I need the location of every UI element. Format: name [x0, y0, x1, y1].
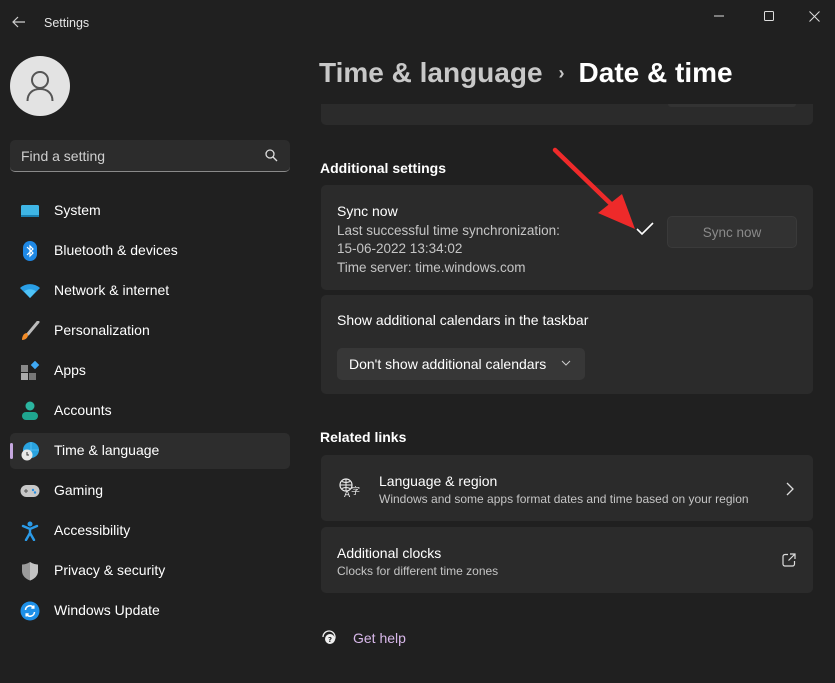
section-title-related-links: Related links [320, 429, 407, 445]
accessibility-icon [20, 521, 40, 541]
sidebar-item-apps[interactable]: Apps [10, 353, 290, 389]
search-icon[interactable] [265, 149, 278, 162]
minimize-button[interactable] [696, 0, 742, 32]
back-arrow-icon [12, 16, 25, 28]
check-icon [636, 222, 654, 236]
windows-update-icon [20, 601, 40, 621]
sidebar-item-network[interactable]: Network & internet [10, 273, 290, 309]
calendars-dropdown-value: Don't show additional calendars [349, 356, 547, 372]
chevron-right-icon [786, 482, 794, 496]
calendars-dropdown[interactable]: Don't show additional calendars [337, 348, 585, 380]
last-sync-label: Last successful time synchronization: [337, 223, 560, 238]
scrolled-card-button[interactable] [668, 104, 796, 107]
search-box[interactable]: Find a setting [10, 140, 290, 172]
sidebar-item-accounts[interactable]: Accounts [10, 393, 290, 429]
bluetooth-icon [20, 241, 40, 261]
time-language-icon [20, 441, 40, 461]
additional-clocks-link[interactable]: Additional clocks Clocks for different t… [321, 527, 813, 593]
section-title-additional-settings: Additional settings [320, 160, 446, 176]
svg-text:字: 字 [351, 485, 360, 497]
get-help-label: Get help [353, 630, 406, 646]
calendars-card: Show additional calendars in the taskbar… [321, 295, 813, 394]
calendars-title: Show additional calendars in the taskbar [337, 312, 589, 328]
accounts-icon [20, 401, 40, 421]
svg-text:?: ? [328, 636, 332, 644]
sidebar-item-accessibility[interactable]: Accessibility [10, 513, 290, 549]
sidebar-item-system[interactable]: System [10, 193, 290, 229]
maximize-icon [763, 10, 774, 21]
sidebar-item-gaming[interactable]: Gaming [10, 473, 290, 509]
sidebar-item-privacy[interactable]: Privacy & security [10, 553, 290, 589]
external-link-icon [782, 553, 796, 567]
get-help-icon: ? [322, 630, 336, 644]
breadcrumb-parent[interactable]: Time & language [319, 57, 543, 89]
user-icon [26, 71, 54, 102]
search-input[interactable]: Find a setting [21, 148, 105, 164]
minimize-icon [713, 15, 724, 17]
title-bar: Settings [0, 0, 835, 46]
back-button[interactable] [8, 10, 30, 34]
paintbrush-icon [20, 321, 40, 341]
get-help-link[interactable]: ? Get help [320, 628, 406, 646]
maximize-button[interactable] [746, 0, 792, 32]
user-avatar[interactable] [10, 56, 70, 116]
active-indicator [10, 443, 13, 459]
sync-card: Sync now Last successful time synchroniz… [321, 185, 813, 290]
language-region-title: Language & region [379, 473, 498, 489]
additional-clocks-title: Additional clocks [337, 545, 442, 561]
apps-icon [20, 361, 40, 381]
system-icon [20, 201, 40, 221]
close-button[interactable] [791, 0, 835, 32]
sidebar-item-windows-update[interactable]: Windows Update [10, 593, 290, 629]
time-server: Time server: time.windows.com [337, 260, 526, 275]
sync-now-button[interactable]: Sync now [667, 216, 797, 248]
svg-text:A: A [344, 490, 351, 498]
additional-clocks-subtitle: Clocks for different time zones [337, 564, 499, 578]
gamepad-icon [20, 481, 40, 501]
sidebar-item-personalization[interactable]: Personalization [10, 313, 290, 349]
chevron-down-icon [561, 360, 571, 366]
close-icon [808, 10, 820, 22]
app-title: Settings [44, 16, 90, 30]
sidebar-item-bluetooth[interactable]: Bluetooth & devices [10, 233, 290, 269]
language-region-icon: A字 [339, 478, 360, 498]
sync-title: Sync now [337, 203, 398, 219]
language-region-link[interactable]: A字 Language & region Windows and some ap… [321, 455, 813, 521]
shield-icon [20, 561, 40, 581]
sidebar-item-time-language[interactable]: Time & language [10, 433, 290, 469]
wifi-icon [20, 281, 40, 301]
last-sync-value: 15-06-2022 13:34:02 [337, 241, 463, 256]
language-region-subtitle: Windows and some apps format dates and t… [379, 492, 749, 506]
scrolled-card [321, 104, 813, 125]
breadcrumb: Time & language › Date & time [319, 57, 733, 89]
sidebar-nav: System Bluetooth & devices Network & int… [10, 193, 290, 633]
page-title: Date & time [578, 57, 733, 88]
breadcrumb-separator: › [558, 62, 565, 83]
